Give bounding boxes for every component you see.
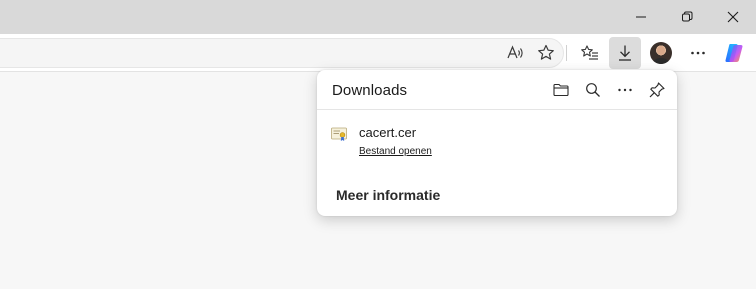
title-bar — [0, 0, 756, 34]
read-aloud-button[interactable] — [499, 37, 531, 69]
pin-icon — [649, 82, 665, 98]
search-icon — [586, 83, 600, 97]
address-bar[interactable] — [0, 38, 564, 68]
settings-more-button[interactable] — [682, 37, 714, 69]
downloads-header: Downloads — [317, 70, 677, 110]
open-folder-button[interactable] — [549, 78, 573, 102]
profile-button[interactable] — [645, 37, 677, 69]
add-favorite-button[interactable] — [530, 37, 562, 69]
downloads-flyout: Downloads cacert.cer Bestand openen Meer… — [317, 70, 677, 216]
read-aloud-icon — [507, 45, 523, 59]
more-icon — [691, 51, 705, 55]
restore-button[interactable] — [664, 0, 710, 34]
close-button[interactable] — [710, 0, 756, 34]
open-file-link[interactable]: Bestand openen — [359, 146, 432, 157]
favorites-button[interactable] — [574, 37, 606, 69]
folder-icon — [553, 83, 569, 97]
copilot-icon — [725, 44, 743, 62]
avatar-face — [657, 46, 665, 55]
downloads-more-button[interactable] — [613, 78, 637, 102]
downloads-title: Downloads — [332, 82, 408, 99]
close-icon — [727, 11, 739, 23]
restore-icon — [682, 11, 693, 22]
profile-avatar — [650, 42, 672, 64]
download-item[interactable]: cacert.cer Bestand openen — [317, 118, 677, 162]
copilot-button[interactable] — [718, 37, 750, 69]
more-icon — [618, 88, 632, 92]
download-icon — [619, 45, 631, 61]
browser-toolbar — [0, 34, 756, 72]
downloads-button[interactable] — [609, 37, 641, 69]
certificate-file-icon — [331, 127, 347, 141]
toolbar-divider — [566, 45, 567, 61]
minimize-icon — [636, 16, 646, 18]
search-downloads-button[interactable] — [581, 78, 605, 102]
pin-downloads-button[interactable] — [645, 78, 669, 102]
favorite-star-icon — [538, 44, 554, 60]
favorites-icon — [581, 45, 598, 60]
download-file-name: cacert.cer — [359, 125, 417, 140]
more-info-link[interactable]: Meer informatie — [336, 187, 440, 203]
minimize-button[interactable] — [618, 0, 664, 34]
